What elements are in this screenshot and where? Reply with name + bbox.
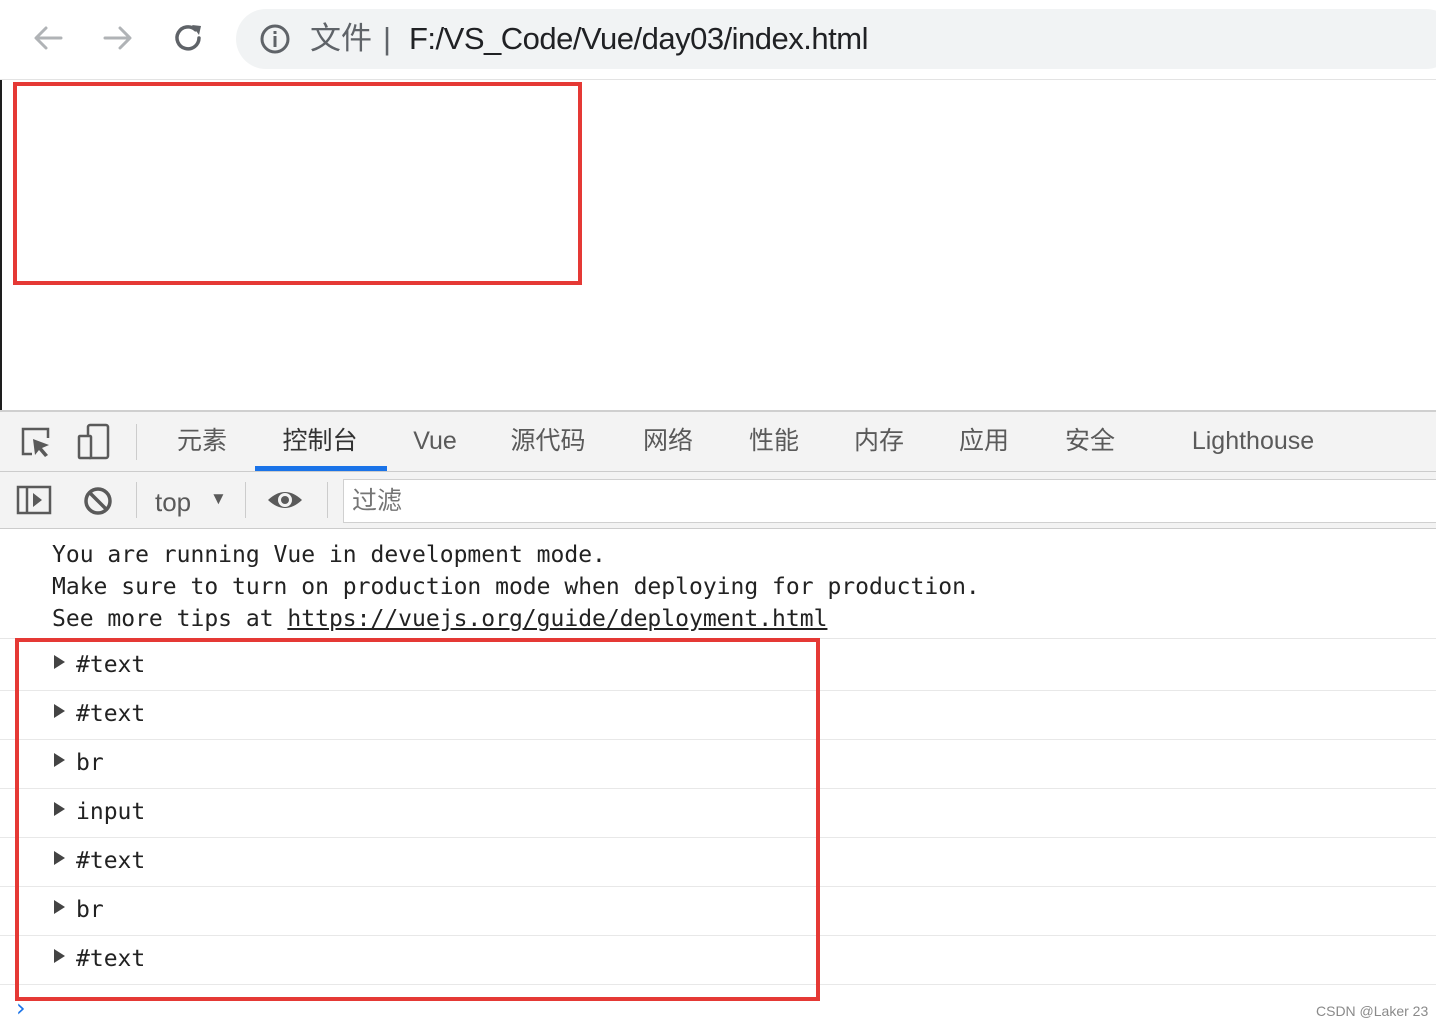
device-toolbar-icon[interactable] — [76, 422, 112, 462]
deployment-link[interactable]: https://vuejs.org/guide/deployment.html — [287, 606, 827, 632]
tab-security[interactable]: 安全 — [1054, 412, 1126, 471]
console-prompt[interactable]: › — [16, 994, 26, 1022]
console-highlight-box — [15, 638, 820, 1001]
live-expression-eye-icon[interactable] — [266, 484, 304, 516]
address-scheme: 文件 — [310, 21, 372, 56]
console-message-line: Make sure to turn on production mode whe… — [52, 574, 980, 600]
console-message-line: See more tips at https://vuejs.org/guide… — [52, 603, 827, 635]
tab-performance[interactable]: 性能 — [738, 412, 810, 471]
toolbar-divider — [0, 79, 1436, 80]
chevron-down-icon[interactable]: ▼ — [210, 489, 227, 509]
address-url[interactable]: F:/VS_Code/Vue/day03/index.html — [409, 18, 868, 60]
context-selector[interactable]: top — [155, 485, 191, 519]
console-message-text: See more tips at — [52, 606, 288, 632]
inspect-element-icon[interactable] — [18, 424, 54, 460]
tab-console[interactable]: 控制台 — [272, 412, 368, 471]
tab-memory[interactable]: 内存 — [843, 412, 915, 471]
console-message-line: You are running Vue in development mode. — [52, 542, 606, 568]
clear-console-icon[interactable] — [81, 484, 115, 518]
tabbar-separator — [136, 424, 137, 460]
tab-elements[interactable]: 元素 — [166, 412, 238, 471]
sidebar-toggle-icon[interactable] — [16, 484, 52, 516]
active-tab-underline — [255, 466, 387, 471]
watermark: CSDN @Laker 23 — [1316, 1003, 1429, 1019]
filter-placeholder: 过滤 — [352, 487, 403, 515]
tab-sources[interactable]: 源代码 — [500, 412, 596, 471]
toolbar-separator — [136, 482, 137, 518]
devtools-tabbar: 元素 控制台 Vue 源代码 网络 性能 内存 应用 安全 Lighthouse — [0, 412, 1436, 472]
tab-vue[interactable]: Vue — [404, 412, 466, 471]
toolbar-separator — [245, 482, 246, 518]
info-icon[interactable] — [258, 22, 292, 56]
reload-icon[interactable] — [168, 18, 208, 58]
address-separator: | — [383, 21, 392, 56]
arrow-right-icon[interactable] — [98, 18, 138, 58]
tab-application[interactable]: 应用 — [948, 412, 1020, 471]
page-left-edge — [0, 80, 2, 412]
filter-input[interactable] — [343, 479, 1436, 523]
arrow-left-icon[interactable] — [28, 18, 68, 58]
tab-lighthouse[interactable]: Lighthouse — [1180, 412, 1326, 471]
tab-network[interactable]: 网络 — [632, 412, 704, 471]
page-highlight-box — [13, 82, 582, 285]
toolbar-separator — [327, 482, 328, 518]
